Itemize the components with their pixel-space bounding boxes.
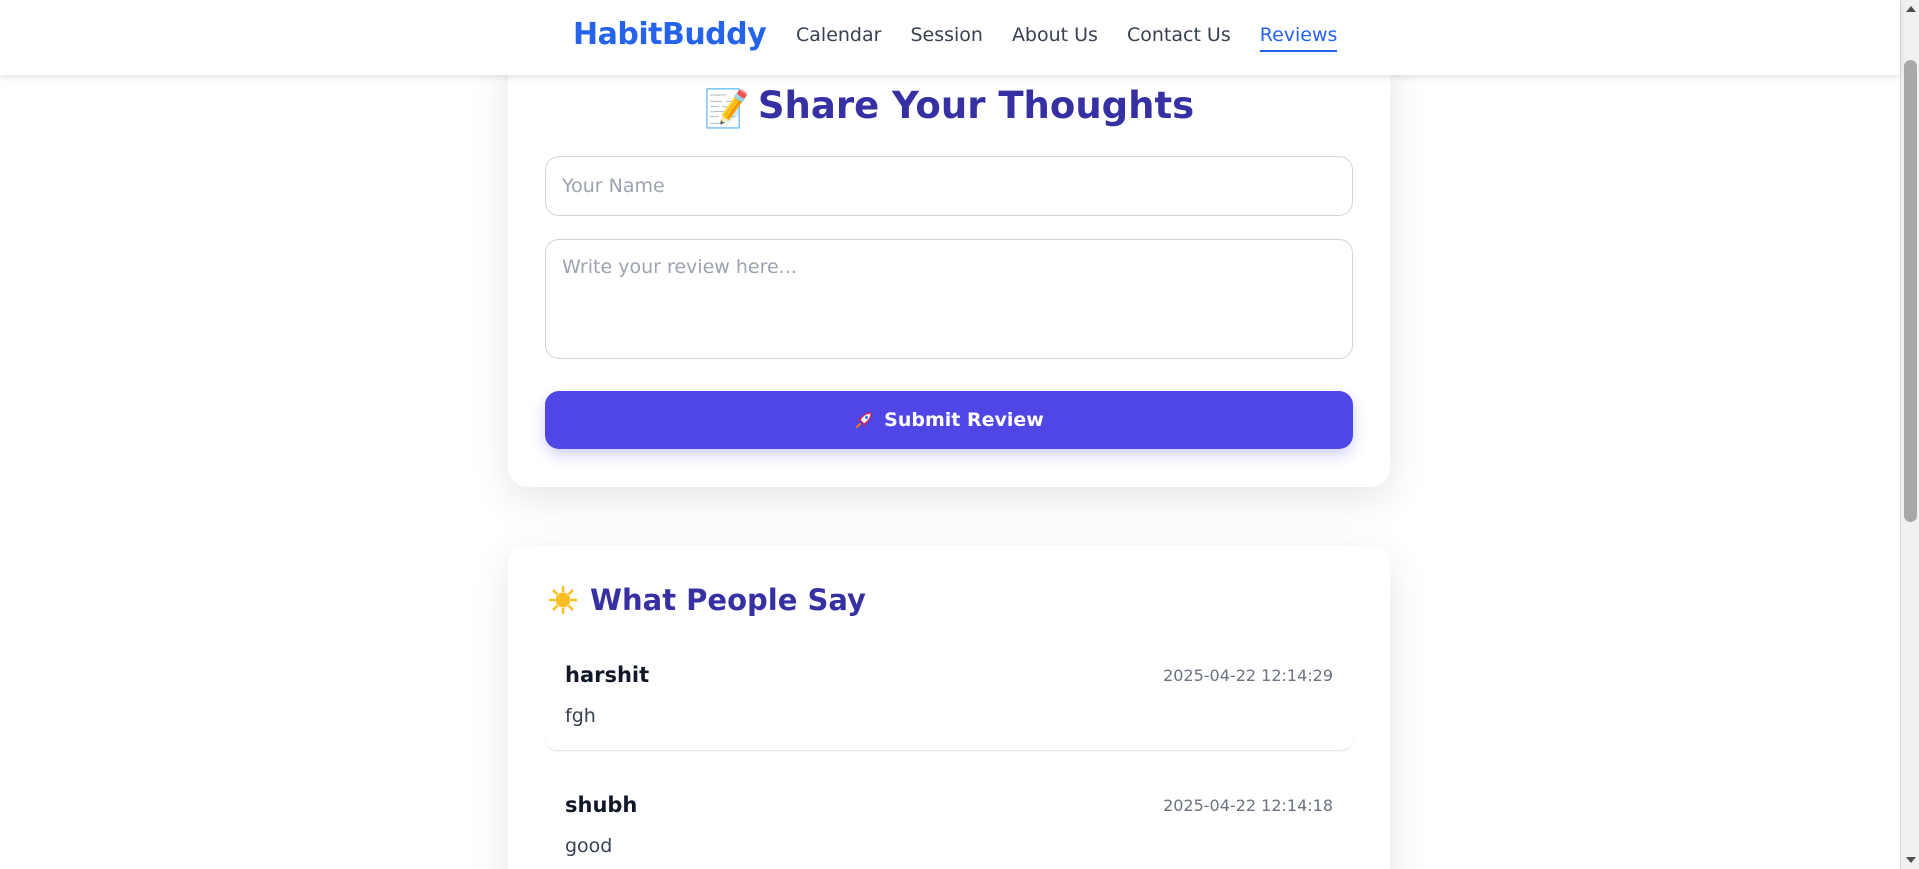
brand-logo[interactable]: HabitBuddy — [573, 17, 767, 52]
page: HabitBuddy Calendar Session About Us Con… — [0, 0, 1919, 869]
top-navbar: HabitBuddy Calendar Session About Us Con… — [0, 0, 1900, 75]
rocket-icon — [854, 410, 874, 430]
sun-icon — [548, 585, 578, 615]
review-timestamp: 2025-04-22 12:14:29 — [1163, 666, 1333, 685]
memo-icon: 📝 — [703, 87, 750, 130]
form-title: 📝 Share Your Thoughts — [508, 84, 1390, 131]
scrollbar-thumb[interactable] — [1904, 60, 1917, 522]
form-title-text: Share Your Thoughts — [757, 84, 1195, 127]
review-text: good — [565, 835, 613, 857]
scroll-up-icon[interactable] — [1901, 0, 1919, 17]
reviews-card: What People Say harshit 2025-04-22 12:14… — [508, 545, 1390, 869]
review-form-card: 📝Share Your Thoughts Submit Review — [508, 40, 1390, 487]
submit-review-label: Submit Review — [884, 409, 1044, 431]
review-timestamp: 2025-04-22 12:14:18 — [1163, 796, 1333, 815]
nav-link-calendar[interactable]: Calendar — [796, 24, 881, 52]
reviews-title-text: What People Say — [590, 583, 866, 617]
review-item: harshit 2025-04-22 12:14:29 fgh — [545, 645, 1353, 751]
review-author: shubh — [565, 793, 638, 817]
nav-link-session[interactable]: Session — [910, 24, 983, 52]
nav-link-reviews[interactable]: Reviews — [1259, 24, 1338, 52]
nav-links: Calendar Session About Us Contact Us Rev… — [796, 24, 1338, 52]
review-text: fgh — [565, 705, 596, 727]
vertical-scrollbar[interactable] — [1900, 0, 1919, 869]
reviews-title: What People Say — [548, 583, 866, 617]
name-input[interactable] — [545, 156, 1353, 216]
scroll-down-icon[interactable] — [1901, 852, 1919, 869]
nav-link-about-us[interactable]: About Us — [1012, 24, 1098, 52]
review-textarea[interactable] — [545, 239, 1353, 359]
nav-link-contact-us[interactable]: Contact Us — [1127, 24, 1231, 52]
review-item: shubh 2025-04-22 12:14:18 good — [545, 775, 1353, 869]
submit-review-button[interactable]: Submit Review — [545, 391, 1353, 449]
review-author: harshit — [565, 663, 650, 687]
